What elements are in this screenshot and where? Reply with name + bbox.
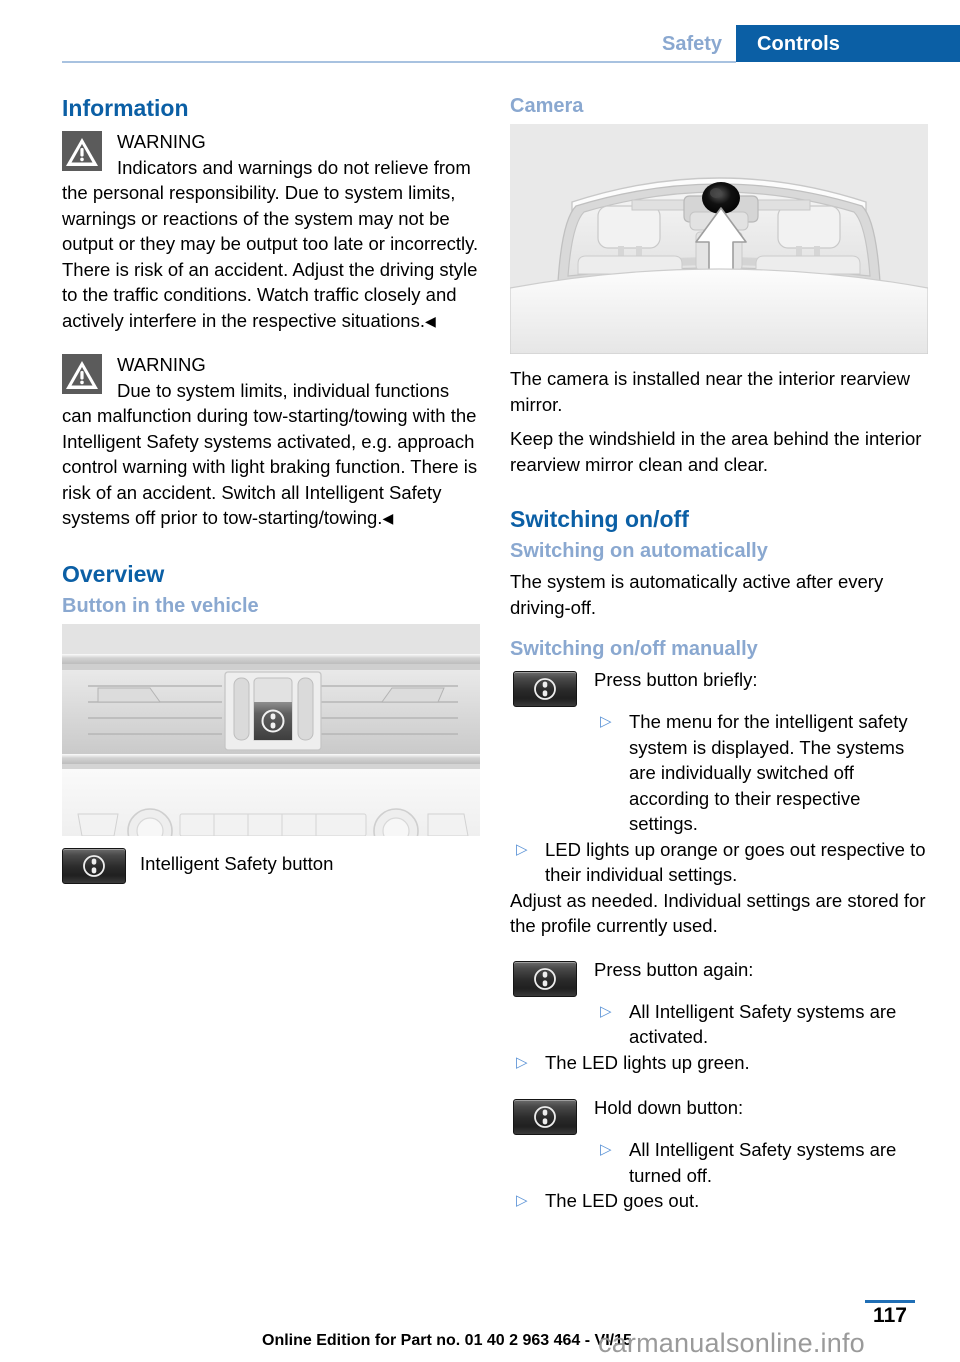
warning-text-1: Indicators and warnings do not relieve f… [62, 155, 480, 335]
subheading-camera: Camera [510, 95, 584, 117]
bullet-triangle-icon: ▷ [600, 713, 612, 731]
step-hold-down: Hold down button: [510, 1095, 928, 1136]
dashboard-illustration [62, 624, 480, 837]
adjust-paragraph: Adjust as needed. Individual settings ar… [510, 889, 926, 937]
warning-text-2: Due to system limits, individual functio… [62, 378, 480, 532]
intelligent-safety-button-icon [513, 1099, 577, 1136]
outer-bullets-after-step-3: ▷ The LED goes out. [510, 1188, 928, 1214]
warning-block-2: WARNING Due to system limits, individual… [62, 352, 480, 532]
tab-controls[interactable]: Controls [736, 25, 960, 62]
tab-controls-label: Controls [757, 33, 841, 55]
left-column: Information WARNING Indicators and warni… [62, 95, 480, 893]
list-item-text: All Intelligent Safety systems are turne… [629, 1139, 897, 1186]
warning-triangle-icon [62, 354, 102, 395]
subheading-button-in-vehicle: Button in the vehicle [62, 595, 259, 618]
button-caption-label: Intelligent Safety button [140, 853, 334, 875]
warning-label-1: WARNING [117, 131, 206, 153]
outer-bullets-after-step-2: ▷ The LED lights up green. [510, 1050, 928, 1076]
breadcrumb-safety: Safety [662, 33, 723, 55]
right-column: Camera The camera is installed near the … [510, 95, 928, 1214]
step-3-bullets: ▷ All Intelligent Safety systems are turn… [594, 1137, 928, 1188]
list-item-text: The LED lights up green. [545, 1051, 750, 1073]
watermark: carmanualsonline.info [598, 1328, 865, 1358]
button-caption-row: Intelligent Safety button [62, 848, 480, 885]
step-title: Hold down button: [594, 1097, 744, 1119]
bullet-triangle-icon: ▷ [600, 1002, 612, 1020]
camera-paragraph-1: The camera is installed near the interio… [510, 368, 910, 415]
camera-paragraph-2: Keep the windshield in the area behind t… [510, 428, 922, 475]
auto-paragraph: The system is automatically active after… [510, 571, 884, 618]
list-item-text: LED lights up orange or goes out respect… [545, 838, 926, 886]
edition-note: Online Edition for Part no. 01 40 2 963 … [262, 1332, 632, 1349]
page-header: Safety Controls [0, 0, 960, 72]
step-press-briefly: Press button briefly: [510, 667, 928, 708]
intelligent-safety-button-icon [62, 848, 126, 885]
list-item-text: The LED goes out. [545, 1190, 700, 1212]
list-item: ▷ The LED lights up green. [510, 1050, 928, 1076]
page-number: 117 [873, 1304, 907, 1327]
list-item: ▷ The LED goes out. [510, 1188, 928, 1214]
bullet-triangle-icon: ▷ [516, 1192, 528, 1210]
step-1-bullets: ▷ The menu for the intelligent safety sys… [594, 709, 928, 837]
step-title: Press button briefly: [594, 669, 758, 691]
warning-body-1: Indicators and warnings do not relieve f… [62, 156, 479, 331]
intelligent-safety-button-icon [513, 671, 577, 708]
windshield-camera-illustration [510, 124, 928, 354]
step-title: Press button again: [594, 958, 754, 980]
heading-switching-on-off: Switching on/off [510, 506, 689, 532]
intelligent-safety-button-icon [513, 960, 577, 997]
subheading-switching-on-automatically: Switching on automatically [510, 540, 768, 563]
camera-figure [510, 124, 928, 354]
step-2-bullets: ▷ All Intelligent Safety systems are acti… [594, 999, 928, 1050]
step-press-again: Press button again: [510, 957, 928, 997]
dashboard-figure [62, 624, 480, 837]
warning-triangle-icon [62, 131, 102, 172]
subheading-switching-manually: Switching on/off manually [510, 638, 758, 661]
list-item: ▷ All Intelligent Safety systems are acti… [594, 999, 928, 1050]
warning-block-1: WARNING Indicators and warnings do not r… [62, 129, 480, 334]
warning-label-2: WARNING [117, 354, 206, 376]
list-item: ▷ The menu for the intelligent safety sys… [594, 709, 928, 837]
outer-bullets-after-step-1: ▷ LED lights up orange or goes out respec… [510, 837, 928, 888]
warning-end-mark-2: ◀ [382, 510, 394, 527]
list-item-text: The menu for the intelligent safety syst… [629, 711, 908, 835]
page-number-rule [865, 1300, 915, 1303]
list-item: ▷ LED lights up orange or goes out respec… [510, 837, 928, 888]
warning-end-mark-1: ◀ [424, 312, 436, 329]
bullet-triangle-icon: ▷ [600, 1141, 612, 1159]
list-item: ▷ All Intelligent Safety systems are turn… [594, 1137, 928, 1188]
page-title-information: Information [62, 95, 189, 121]
warning-body-2: Due to system limits, individual functio… [62, 379, 478, 529]
list-item-text: All Intelligent Safety systems are activ… [629, 1000, 897, 1048]
heading-overview: Overview [62, 560, 165, 587]
bullet-triangle-icon: ▷ [516, 840, 528, 858]
header-divider [62, 61, 736, 63]
bullet-triangle-icon: ▷ [516, 1053, 528, 1071]
